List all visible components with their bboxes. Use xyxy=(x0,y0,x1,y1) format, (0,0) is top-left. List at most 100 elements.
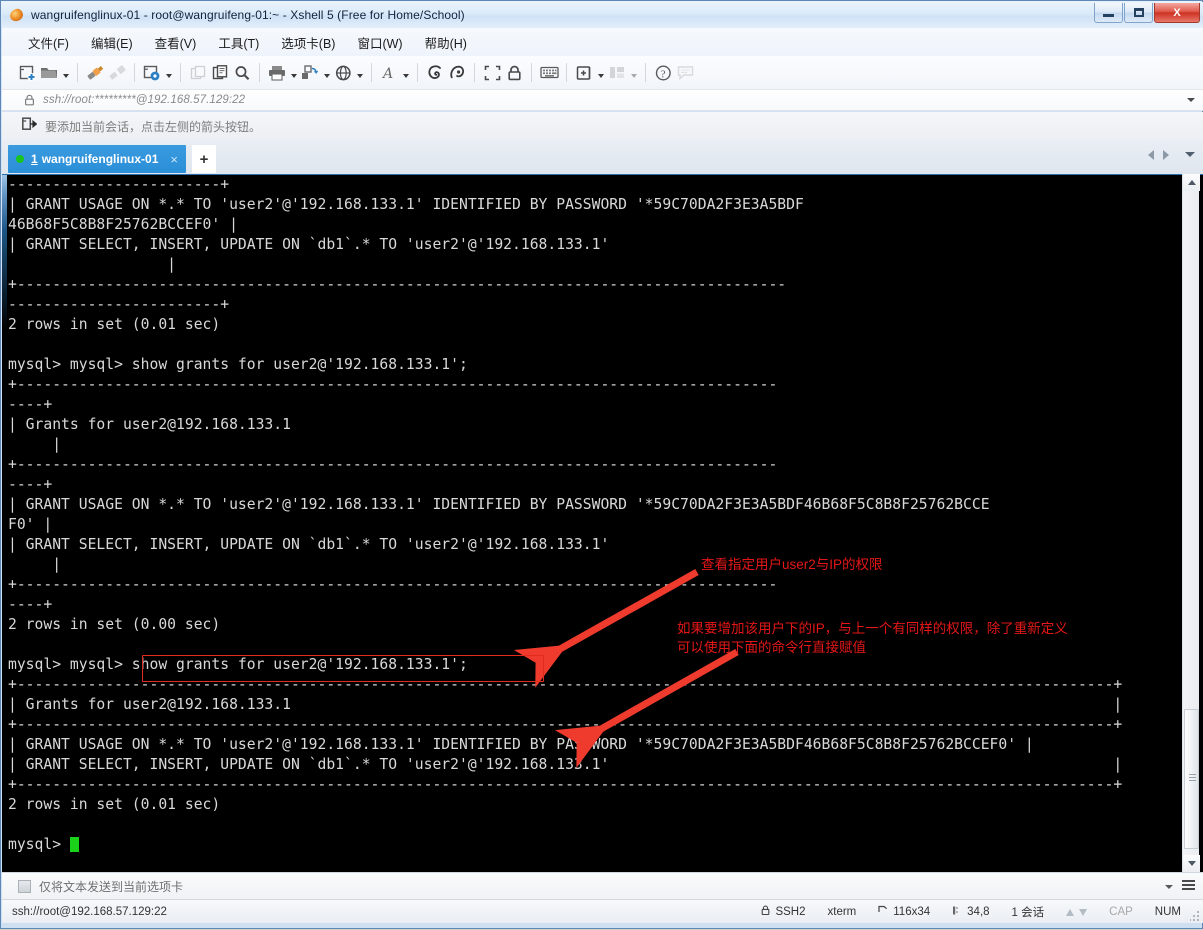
status-connection: ssh://root@192.168.57.129:22 xyxy=(12,905,167,918)
keyboard-icon[interactable] xyxy=(538,61,560,85)
add-session-icon[interactable] xyxy=(573,61,595,85)
chevron-down-icon[interactable] xyxy=(1165,885,1173,889)
new-session-icon[interactable] xyxy=(16,61,38,85)
close-button[interactable]: X xyxy=(1154,3,1200,23)
session-properties-icon[interactable] xyxy=(141,61,163,85)
session-properties-dropdown-icon[interactable] xyxy=(163,61,174,85)
menu-item-tabs[interactable]: 选项卡(B) xyxy=(271,30,345,55)
terminal-line: | Grants for user2@192.168.133.1 | xyxy=(8,696,1123,713)
help-icon[interactable]: ? xyxy=(652,61,674,85)
terminal-line: mysql> mysql> show grants for user2@'192… xyxy=(8,356,468,373)
print-dropdown-icon[interactable] xyxy=(288,61,299,85)
terminal-line: | GRANT USAGE ON *.* TO 'user2'@'192.168… xyxy=(8,496,990,513)
terminal-line: | xyxy=(8,256,177,273)
terminal-line: ----+ xyxy=(8,476,53,493)
terminal-line: +---------------------------------------… xyxy=(8,776,1123,793)
open-folder-dropdown-icon[interactable] xyxy=(60,61,71,85)
send-to-tab-bar[interactable]: 仅将文本发送到当前选项卡 xyxy=(2,872,1203,899)
lock-icon[interactable] xyxy=(503,61,525,85)
resize-grip[interactable] xyxy=(1190,910,1201,921)
browser-dropdown-icon[interactable] xyxy=(354,61,365,85)
terminal-line: | GRANT SELECT, INSERT, UPDATE ON `db1`.… xyxy=(8,236,610,253)
terminal-line: | Grants for user2@192.168.133.1 xyxy=(8,416,291,433)
annotation-note-2-line2: 可以使用下面的命令行直接赋值 xyxy=(677,640,866,655)
lock-icon xyxy=(24,94,35,106)
menu-item-edit[interactable]: 编辑(E) xyxy=(81,30,143,55)
lock-icon xyxy=(761,905,770,919)
vertical-scrollbar[interactable] xyxy=(1182,174,1200,872)
toolbar-separator xyxy=(566,63,567,82)
terminal-line: +---------------------------------------… xyxy=(8,276,787,293)
open-folder-icon[interactable] xyxy=(38,61,60,85)
tab-index: 1 xyxy=(31,152,38,166)
tab-list-menu-icon[interactable] xyxy=(1185,152,1195,157)
font-icon[interactable]: A xyxy=(378,61,400,85)
toolbar-separator xyxy=(645,63,646,82)
chevron-down-icon[interactable] xyxy=(1187,98,1195,102)
status-size: 116x34 xyxy=(867,905,941,919)
resize-icon xyxy=(878,905,888,919)
address-bar[interactable]: ssh://root:*********@192.168.57.129:22 xyxy=(2,89,1203,111)
svg-text:?: ? xyxy=(660,68,665,80)
xagent-icon[interactable] xyxy=(446,61,468,85)
minimize-button[interactable] xyxy=(1094,3,1123,23)
terminal-line: | xyxy=(8,556,62,573)
menu-item-help[interactable]: 帮助(H) xyxy=(415,30,477,55)
right-arrow-icon[interactable] xyxy=(1163,150,1169,160)
print-icon[interactable] xyxy=(266,61,288,85)
hamburger-icon[interactable] xyxy=(1182,880,1195,891)
find-icon[interactable] xyxy=(231,61,253,85)
terminal-line: | GRANT SELECT, INSERT, UPDATE ON `db1`.… xyxy=(8,756,1123,773)
window-frame: wangruifenglinux-01 - root@wangruifeng-0… xyxy=(0,0,1203,929)
terminal-line: mysql> xyxy=(8,835,1162,855)
terminal-line: +---------------------------------------… xyxy=(8,456,778,473)
menu-item-tools[interactable]: 工具(T) xyxy=(208,30,269,55)
block-cursor xyxy=(69,837,79,852)
toolbar: A ? xyxy=(2,56,1203,89)
window-controls: X xyxy=(1094,3,1200,23)
paste-icon[interactable] xyxy=(209,61,231,85)
scroll-up-button[interactable] xyxy=(1183,174,1200,191)
layout-dropdown-icon xyxy=(628,61,639,85)
menu-item-file[interactable]: 文件(F) xyxy=(18,30,79,55)
status-protocol-label: SSH2 xyxy=(775,906,806,918)
terminal-output[interactable]: ------------------------+ | GRANT USAGE O… xyxy=(8,175,1162,873)
terminal-line: 46B68F5C8B8F25762BCCEF0' | xyxy=(8,216,238,233)
xftp-icon[interactable] xyxy=(424,61,446,85)
toolbar-separator xyxy=(134,63,135,82)
menu-item-view[interactable]: 查看(V) xyxy=(145,30,207,55)
connect-icon[interactable] xyxy=(84,61,106,85)
scrollbar-thumb[interactable] xyxy=(1184,709,1199,849)
transfer-dropdown-icon[interactable] xyxy=(321,61,332,85)
svg-text:A: A xyxy=(381,66,393,81)
address-value[interactable]: ssh://root:*********@192.168.57.129:22 xyxy=(43,94,245,106)
terminal-line: | GRANT USAGE ON *.* TO 'user2'@'192.168… xyxy=(8,736,1034,753)
left-arrow-icon[interactable] xyxy=(1148,150,1154,160)
transfer-icon[interactable] xyxy=(299,61,321,85)
browser-icon[interactable] xyxy=(332,61,354,85)
fullscreen-icon[interactable] xyxy=(481,61,503,85)
maximize-button[interactable] xyxy=(1124,3,1153,23)
terminal-line: | GRANT USAGE ON *.* TO 'user2'@'192.168… xyxy=(8,196,804,213)
add-session-arrow-icon[interactable] xyxy=(22,116,38,136)
terminal-line: F0' | xyxy=(8,516,53,533)
font-dropdown-icon[interactable] xyxy=(400,61,411,85)
status-cap: CAP xyxy=(1109,906,1133,918)
close-icon[interactable]: × xyxy=(170,152,178,167)
toolbar-separator xyxy=(259,63,260,82)
tab-nav-group xyxy=(1148,150,1169,160)
connection-status-dot xyxy=(16,155,24,163)
terminal-line: 2 rows in set (0.01 sec) xyxy=(8,796,221,813)
scroll-down-button[interactable] xyxy=(1183,855,1200,872)
tab-wangruifenglinux-01[interactable]: 1 wangruifenglinux-01 × xyxy=(8,145,186,173)
send-to-tab-label: 仅将文本发送到当前选项卡 xyxy=(39,879,184,894)
menu-item-window[interactable]: 窗口(W) xyxy=(347,30,412,55)
title-bar: wangruifenglinux-01 - root@wangruifeng-0… xyxy=(2,2,1203,28)
add-session-dropdown-icon[interactable] xyxy=(595,61,606,85)
new-tab-button[interactable]: + xyxy=(192,145,216,173)
status-size-label: 116x34 xyxy=(893,906,931,918)
upload-arrow-icon xyxy=(1066,908,1075,916)
status-sessions: 1 会话 xyxy=(1011,907,1045,919)
toolbar-separator xyxy=(531,63,532,82)
